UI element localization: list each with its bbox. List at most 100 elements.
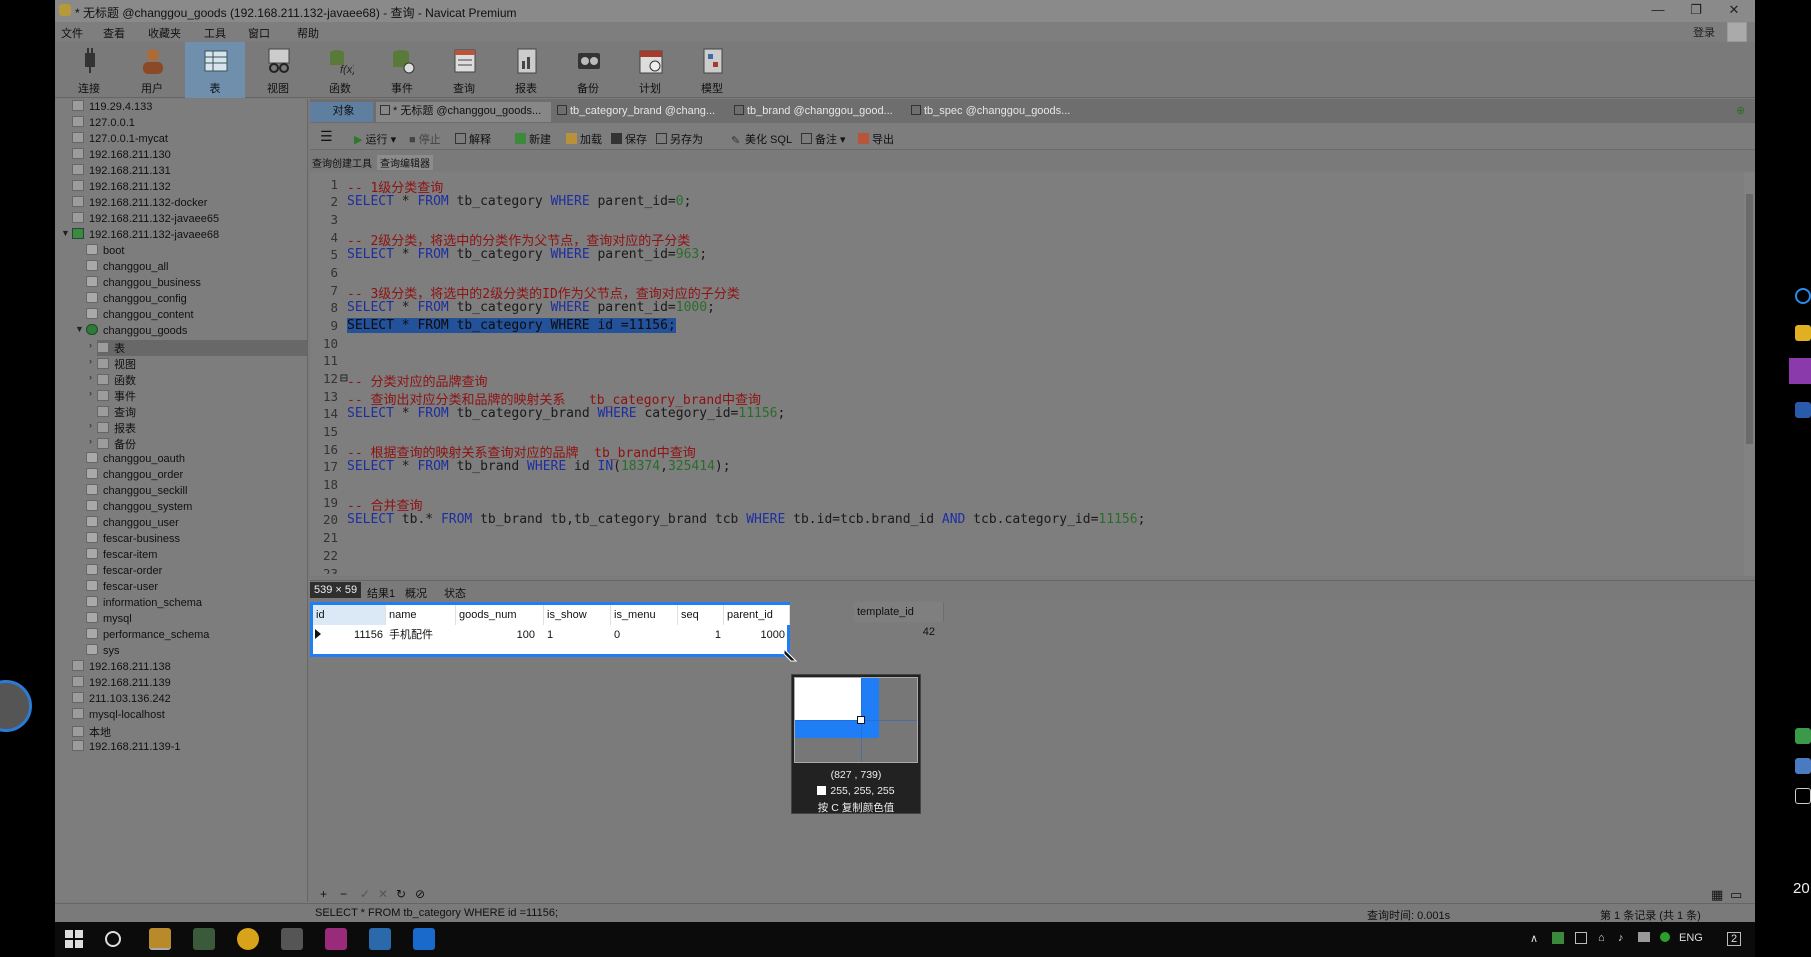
collapse-arrow-icon[interactable]: › (89, 420, 92, 430)
login-link[interactable]: 登录 (1693, 24, 1715, 40)
close-button[interactable]: ✕ (1722, 1, 1746, 21)
tree-item-events[interactable]: › 事件 (89, 388, 136, 404)
model-button[interactable]: 模型 (682, 42, 742, 98)
cell-is-show[interactable]: 1 (544, 626, 611, 644)
menu-help[interactable]: 帮助 (297, 25, 319, 41)
tree-item-reports[interactable]: › 报表 (89, 420, 136, 436)
tab-query-builder[interactable]: 查询创建工具 (312, 155, 372, 170)
new-query-button[interactable]: 新建 (515, 131, 551, 147)
tab-untitled-query[interactable]: * 无标题 @changgou_goods... (376, 102, 551, 122)
tree-item-functions[interactable]: › 函数 (89, 372, 136, 388)
schedule-button[interactable]: 计划 (620, 42, 680, 98)
restore-button[interactable]: ❐ (1684, 1, 1708, 21)
explain-button[interactable]: 解释 (455, 131, 491, 147)
tree-database[interactable]: changgou_all (86, 260, 168, 276)
tree-connection[interactable]: 192.168.211.138 (72, 660, 171, 676)
cell-is-menu[interactable]: 0 (611, 626, 678, 644)
tray-volume-icon[interactable]: ♪ (1618, 932, 1624, 944)
tree-connection[interactable]: 119.29.4.133 (72, 100, 152, 116)
taskbar-app-icon[interactable] (193, 928, 215, 950)
tree-connection[interactable]: 本地 (72, 724, 111, 740)
tree-connection[interactable]: 192.168.211.139-1 (72, 740, 181, 756)
tab-status[interactable]: 状态 (444, 585, 466, 601)
tree-database[interactable]: mysql (86, 612, 132, 628)
column-header-name[interactable]: name (386, 605, 456, 625)
sql-editor[interactable]: 1 2 3 4 5 6 7 8 9 10 11 12 13 14 15 16 1… (310, 172, 1744, 576)
tree-database[interactable]: changgou_oauth (86, 452, 185, 468)
tree-item-queries[interactable]: 查询 (97, 404, 136, 420)
minimize-button[interactable]: — (1646, 1, 1670, 21)
desktop-app-icon[interactable] (1795, 758, 1811, 774)
tray-monitor-icon[interactable] (1575, 932, 1587, 944)
collapse-arrow-icon[interactable]: › (89, 436, 92, 446)
tree-database[interactable]: changgou_seckill (86, 484, 187, 500)
hamburger-menu-icon[interactable]: ☰ (320, 128, 333, 145)
tree-connection[interactable]: 192.168.211.132-javaee65 (72, 212, 219, 228)
tab-menu-icon[interactable]: ⊕ (1732, 102, 1752, 122)
tree-item-views[interactable]: › 视图 (89, 356, 136, 372)
menu-view[interactable]: 查看 (103, 25, 125, 41)
query-button[interactable]: 查询 (434, 42, 494, 98)
tree-database[interactable]: fescar-business (86, 532, 180, 548)
add-record-button[interactable]: + (320, 887, 327, 901)
collapse-arrow-icon[interactable]: › (89, 356, 92, 366)
column-header-is-show[interactable]: is_show (544, 605, 611, 625)
save-button[interactable]: 保存 (611, 131, 647, 147)
grid-view-icon[interactable]: ▦ (1711, 887, 1723, 903)
cell-seq[interactable]: 1 (678, 626, 724, 644)
menu-tools[interactable]: 工具 (204, 25, 226, 41)
tab-category-brand[interactable]: tb_category_brand @chang... (553, 102, 728, 122)
tree-database[interactable]: fescar-user (86, 580, 158, 596)
discard-button[interactable]: ✕ (378, 887, 388, 901)
search-circle-icon[interactable] (105, 931, 121, 947)
tree-database[interactable]: changgou_order (86, 468, 183, 484)
menu-favorites[interactable]: 收藏夹 (148, 25, 181, 41)
expand-arrow-icon[interactable]: ▼ (75, 324, 84, 334)
menu-file[interactable]: 文件 (61, 25, 83, 41)
tree-connection[interactable]: 192.168.211.131 (72, 164, 171, 180)
tree-database[interactable]: fescar-order (86, 564, 162, 580)
tray-network-icon[interactable]: ⌂ (1598, 932, 1605, 944)
tab-spec[interactable]: tb_spec @changgou_goods... (907, 102, 1082, 122)
tree-database[interactable]: information_schema (86, 596, 202, 612)
cell-id[interactable]: 11156 (323, 626, 386, 644)
taskbar-chrome-icon[interactable] (237, 928, 259, 950)
windows-start-icon[interactable] (65, 930, 83, 948)
comment-button[interactable]: 备注 ▾ (801, 131, 846, 147)
desktop-folder-icon[interactable] (1795, 325, 1811, 341)
apply-button[interactable]: ✓ (360, 887, 370, 901)
report-button[interactable]: 报表 (496, 42, 556, 98)
column-header-template-id[interactable]: template_id (854, 602, 944, 622)
tree-database[interactable]: performance_schema (86, 628, 209, 644)
tree-database[interactable]: sys (86, 644, 120, 660)
editor-scrollbar[interactable] (1744, 172, 1755, 576)
tree-connection[interactable]: 127.0.0.1 (72, 116, 135, 132)
tray-chevron-icon[interactable]: ∧ (1530, 932, 1538, 945)
taskbar-navicat-icon[interactable] (149, 928, 171, 950)
beautify-sql-button[interactable]: ✎ 美化 SQL (731, 131, 792, 147)
column-header-is-menu[interactable]: is_menu (611, 605, 678, 625)
tree-connection-open[interactable]: ▼ 192.168.211.132-javaee68 (61, 228, 219, 244)
tray-status-icon[interactable] (1660, 932, 1670, 942)
tray-language[interactable]: ENG (1679, 932, 1703, 944)
desktop-app-icon[interactable] (1795, 728, 1811, 744)
save-as-button[interactable]: 另存为 (656, 131, 703, 147)
backup-button[interactable]: 备份 (558, 42, 618, 98)
screenshot-selection-box[interactable]: id name goods_num is_show is_menu seq pa… (310, 602, 790, 657)
taskbar-typora-icon[interactable] (281, 928, 303, 950)
taskbar-intellij-icon[interactable] (325, 928, 347, 950)
stop-query-button[interactable]: ⊘ (415, 887, 425, 901)
user-button[interactable]: 用户 (122, 42, 182, 98)
cell-parent-id[interactable]: 1000 (724, 626, 788, 644)
tree-database[interactable]: changgou_system (86, 500, 192, 516)
tree-connection[interactable]: 127.0.0.1-mycat (72, 132, 168, 148)
collapse-arrow-icon[interactable]: › (89, 372, 92, 382)
scrollbar-thumb[interactable] (1746, 194, 1753, 444)
tree-item-tables[interactable]: › 表 (89, 340, 307, 356)
view-button[interactable]: 视图 (248, 42, 308, 98)
form-view-icon[interactable]: ▭ (1730, 887, 1742, 903)
cell-name[interactable]: 手机配件 (386, 626, 456, 644)
floating-avatar-icon[interactable] (0, 680, 32, 732)
tree-connection[interactable]: 192.168.211.132 (72, 180, 171, 196)
tab-profile[interactable]: 概况 (405, 585, 427, 601)
